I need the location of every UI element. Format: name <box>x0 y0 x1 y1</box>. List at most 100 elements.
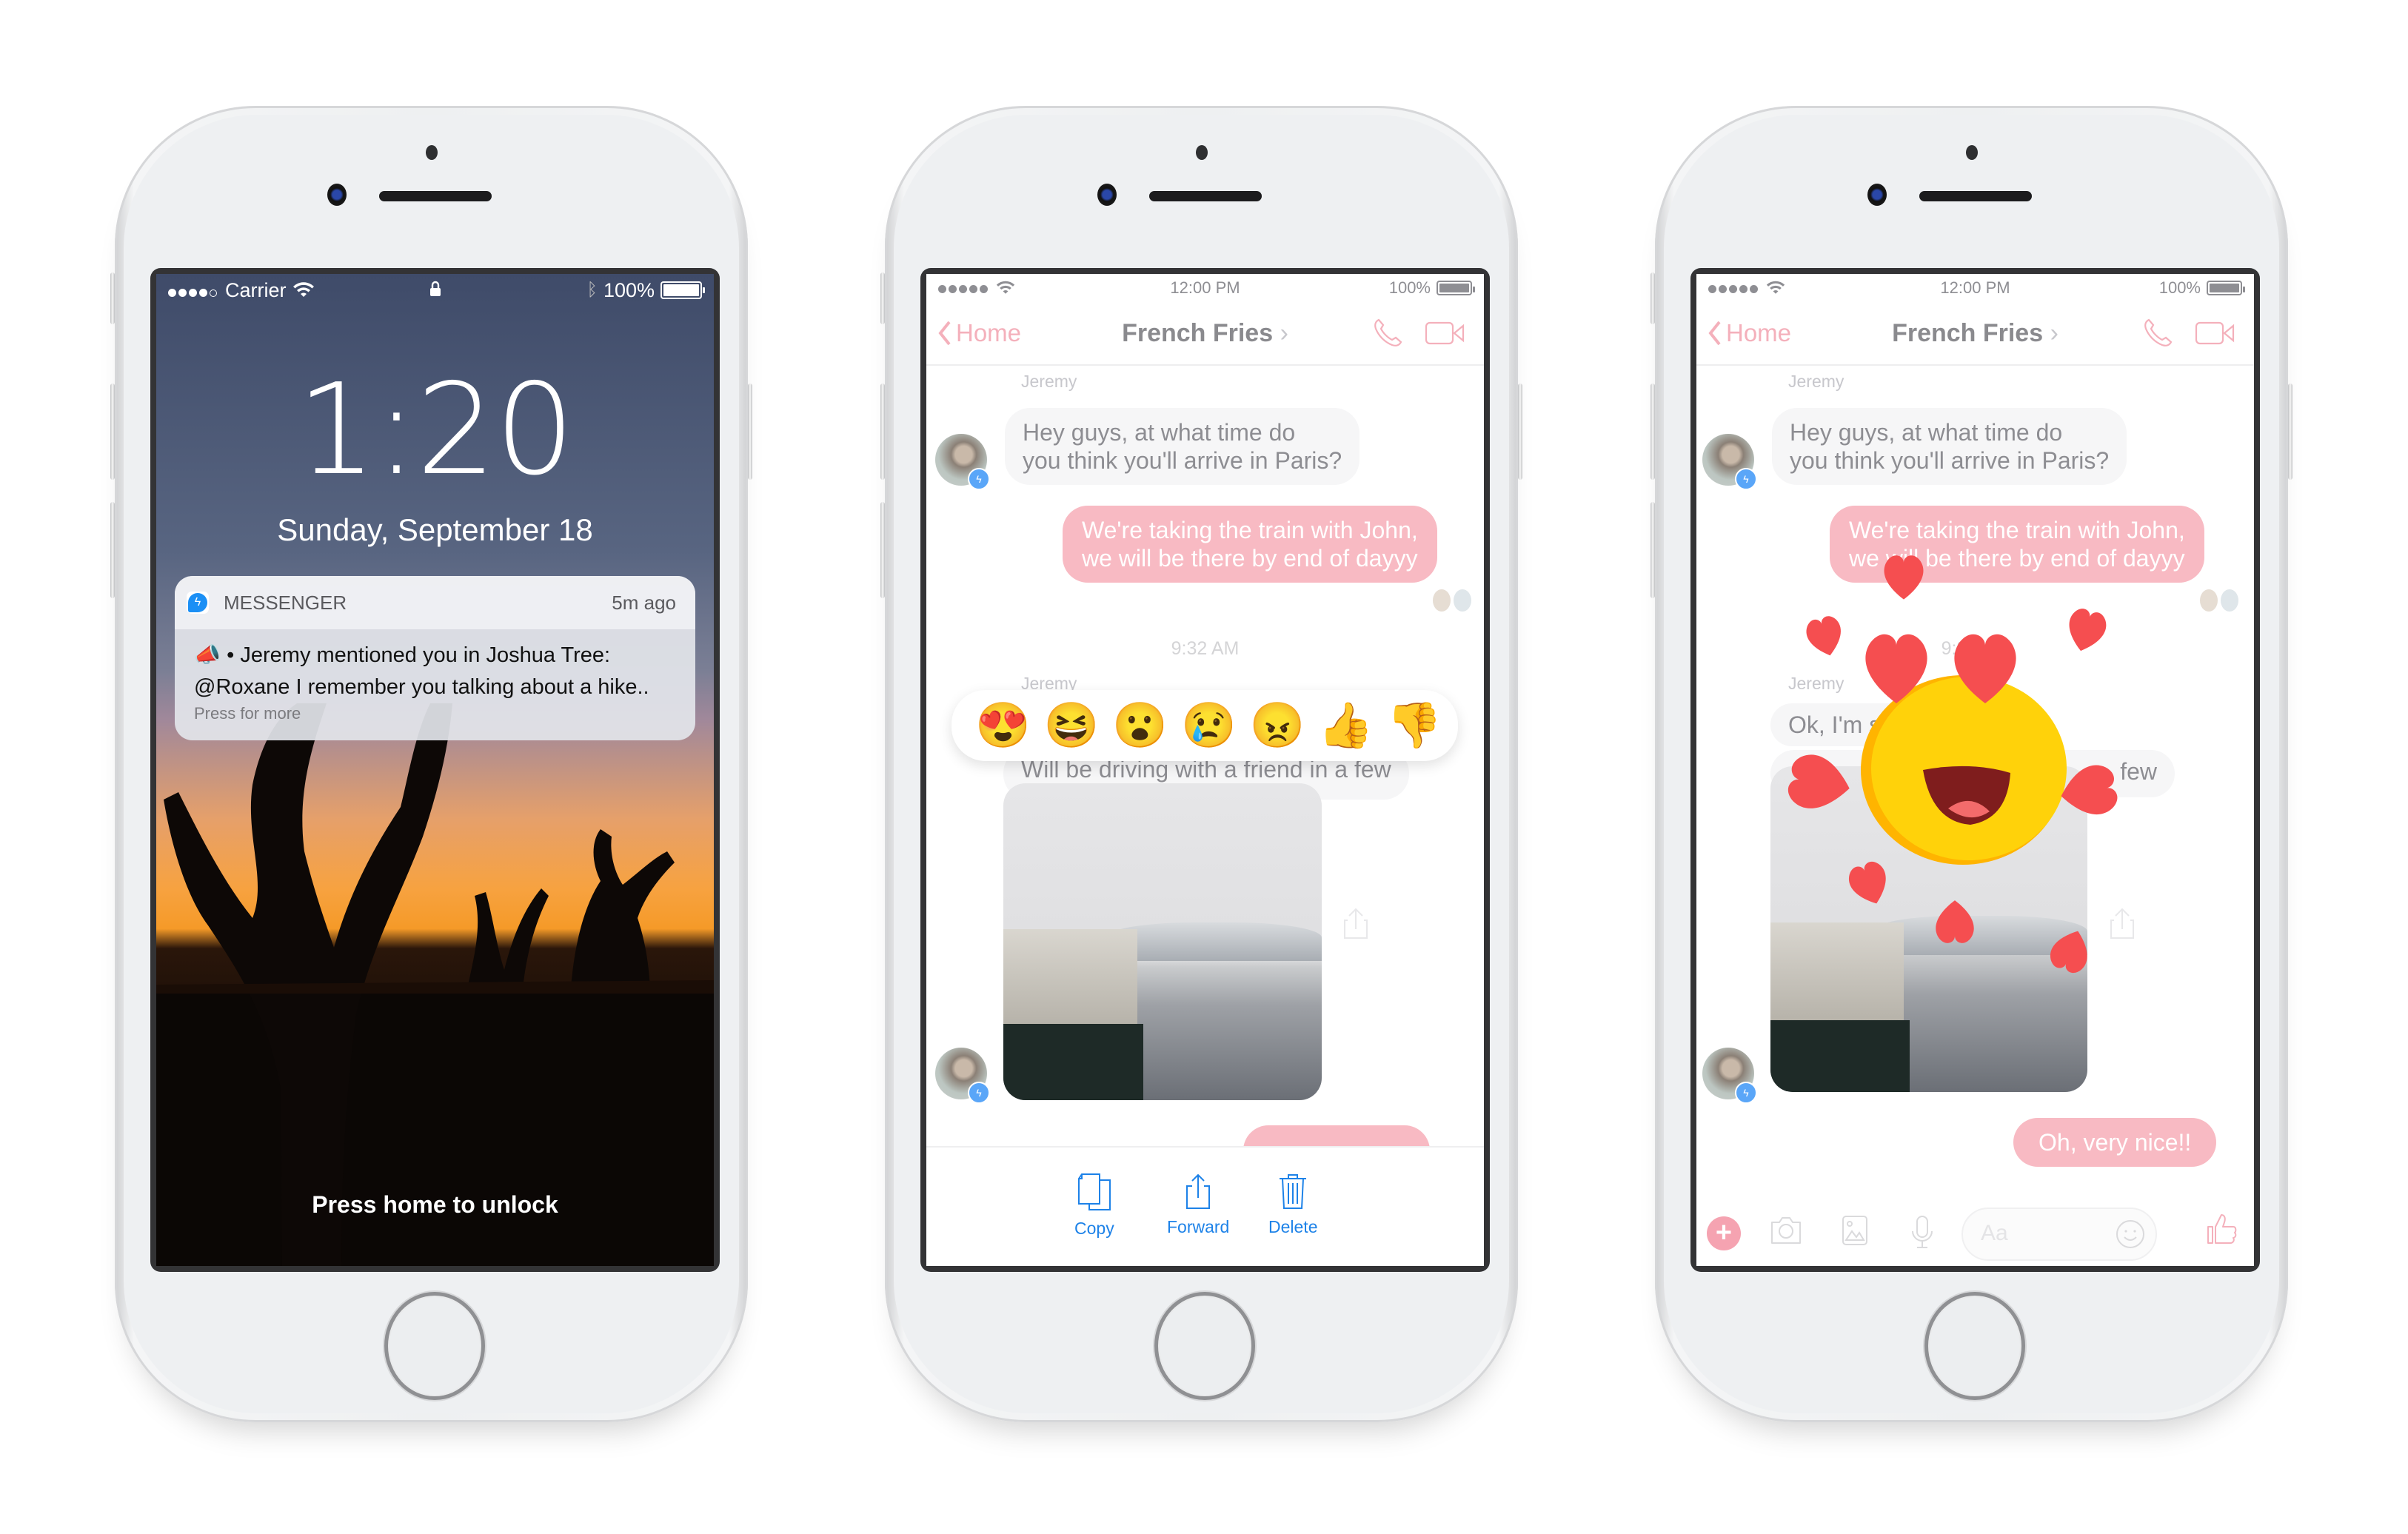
notification-time: 5m ago <box>612 591 676 614</box>
avatar-jeremy[interactable]: ϟ <box>1702 1048 1757 1104</box>
chat-nav-bar: Home French Fries › <box>926 302 1484 366</box>
reaction-thumbs-up[interactable]: 👍 <box>1318 697 1374 754</box>
joshua-tree-silhouette <box>156 703 714 1266</box>
battery-fill <box>1439 284 1469 292</box>
heart-icon <box>2061 765 2118 815</box>
notification-line-1: • Jeremy mentioned you in Joshua Tree: <box>227 643 611 667</box>
status-time: 12:00 PM <box>1170 278 1240 297</box>
shared-photo[interactable] <box>1003 783 1322 1100</box>
heart-icon <box>1936 900 1974 943</box>
heart-icon <box>1787 754 1850 808</box>
message-timestamp: 9:32 AM <box>1171 638 1240 659</box>
emoji-icon[interactable] <box>2116 1219 2145 1249</box>
incoming-message[interactable]: Hey guys, at what time do you think you'… <box>1005 408 1360 485</box>
message-action-bar: Copy Forward Delete <box>926 1146 1484 1266</box>
heart-icon <box>1865 634 1927 703</box>
chevron-right-icon: › <box>1280 318 1288 347</box>
battery-icon <box>1437 281 1475 295</box>
thumbs-up-icon[interactable] <box>2207 1212 2238 1245</box>
outgoing-message[interactable]: We're taking the train with John, we wil… <box>1063 506 1437 583</box>
microphone-icon[interactable] <box>1911 1215 1933 1249</box>
volume-down-button <box>110 502 115 598</box>
earpiece-speaker <box>379 191 492 201</box>
messenger-badge-icon: ϟ <box>1735 468 1757 490</box>
phone-call-icon[interactable] <box>2141 317 2174 349</box>
reaction-wow[interactable]: 😮 <box>1112 697 1168 754</box>
messenger-notification[interactable]: ϟ MESSENGER 5m ago 📣 • Jeremy mentioned … <box>175 576 695 740</box>
lock-icon <box>429 281 441 296</box>
home-button[interactable] <box>1924 1292 2025 1400</box>
chat-nav-bar: Home French Fries › <box>1696 302 2254 366</box>
reaction-love[interactable]: 😍 <box>975 697 1031 754</box>
battery-fill <box>2210 284 2239 292</box>
power-button <box>748 384 752 480</box>
front-camera <box>327 184 347 206</box>
home-button[interactable] <box>1154 1292 1255 1400</box>
chat-screen: 12:00 PM 100% Home French Fries › Jeremy… <box>1696 274 2254 1266</box>
notification-app-name: MESSENGER <box>224 591 347 614</box>
unlock-hint: Press home to unlock <box>312 1191 558 1218</box>
incoming-message[interactable]: Hey guys, at what time do you think you'… <box>1772 408 2127 485</box>
reaction-laugh[interactable]: 😆 <box>1044 697 1100 754</box>
status-time: 12:00 PM <box>1940 278 2010 297</box>
message-composer: + Aa <box>1696 1196 2254 1266</box>
phone-call-icon[interactable] <box>1371 317 1404 349</box>
share-icon[interactable] <box>1343 907 1368 940</box>
reaction-sad[interactable]: 😢 <box>1181 697 1237 754</box>
sender-name: Jeremy <box>1021 372 1077 391</box>
megaphone-icon: 📣 <box>194 643 221 667</box>
video-call-icon[interactable] <box>1425 321 1465 345</box>
screen-frame: 12:00 PM 100% Home French Fries › Jeremy… <box>1690 268 2260 1272</box>
heart-icon <box>1884 555 1924 600</box>
phone-chat-animation: 12:00 PM 100% Home French Fries › Jeremy… <box>1651 106 2292 1422</box>
plus-button[interactable]: + <box>1707 1216 1741 1250</box>
read-receipt-avatar <box>1433 589 1451 612</box>
reaction-thumbs-down[interactable]: 👎 <box>1387 697 1442 754</box>
sender-name: Jeremy <box>1788 674 1845 693</box>
avatar-jeremy[interactable]: ϟ <box>1702 434 1757 490</box>
chevron-right-icon: › <box>2050 318 2058 347</box>
share-icon[interactable] <box>2110 907 2135 940</box>
mute-switch <box>110 272 115 324</box>
lock-clock: 1:20 <box>296 357 575 503</box>
messenger-badge-icon: ϟ <box>1735 1082 1757 1104</box>
status-bar: 12:00 PM 100% <box>926 274 1484 302</box>
trash-icon <box>1280 1174 1307 1209</box>
outgoing-message[interactable]: Oh, very nice!! <box>2013 1118 2217 1167</box>
phone-lock-screen: Carrier ᛒ 100% 1:20 Sunday, September 18… <box>110 106 752 1422</box>
camera-icon[interactable] <box>1769 1215 1803 1245</box>
messenger-badge-icon: ϟ <box>968 468 990 490</box>
battery-fill <box>663 284 699 296</box>
volume-up-button <box>110 384 115 480</box>
delete-button[interactable]: Delete <box>1268 1173 1317 1237</box>
lock-date: Sunday, September 18 <box>277 512 593 547</box>
battery-icon <box>2207 281 2245 295</box>
avatar-jeremy[interactable]: ϟ <box>935 1048 990 1104</box>
notification-header: ϟ MESSENGER 5m ago <box>175 576 695 629</box>
message-input[interactable]: Aa <box>1961 1208 2157 1261</box>
messenger-app-icon: ϟ <box>187 592 209 614</box>
mute-switch <box>1651 272 1655 324</box>
reaction-angry[interactable]: 😠 <box>1250 697 1305 754</box>
screen-frame: Carrier ᛒ 100% 1:20 Sunday, September 18… <box>150 268 720 1272</box>
volume-up-button <box>880 384 885 480</box>
read-receipt-avatar <box>2221 589 2238 612</box>
earpiece-speaker <box>1919 191 2032 201</box>
lock-screen: Carrier ᛒ 100% 1:20 Sunday, September 18… <box>156 274 714 1266</box>
copy-button[interactable]: Copy <box>1074 1173 1114 1239</box>
mute-switch <box>880 272 885 324</box>
forward-button[interactable]: Forward <box>1167 1173 1229 1237</box>
notification-line-2: @Roxane I remember you talking about a h… <box>194 675 649 699</box>
message-input-placeholder: Aa <box>1981 1221 2008 1245</box>
heart-icon <box>1954 634 2016 703</box>
home-button[interactable] <box>384 1292 485 1400</box>
read-receipt-avatar <box>2200 589 2218 612</box>
proximity-sensor <box>1966 145 1978 160</box>
video-call-icon[interactable] <box>2195 321 2235 345</box>
power-button <box>2288 384 2292 480</box>
front-camera <box>1867 184 1887 206</box>
screen-frame: 12:00 PM 100% Home French Fries › Jeremy… <box>920 268 1490 1272</box>
image-icon[interactable] <box>1842 1215 1868 1246</box>
avatar-jeremy[interactable]: ϟ <box>935 434 990 490</box>
power-button <box>1518 384 1522 480</box>
